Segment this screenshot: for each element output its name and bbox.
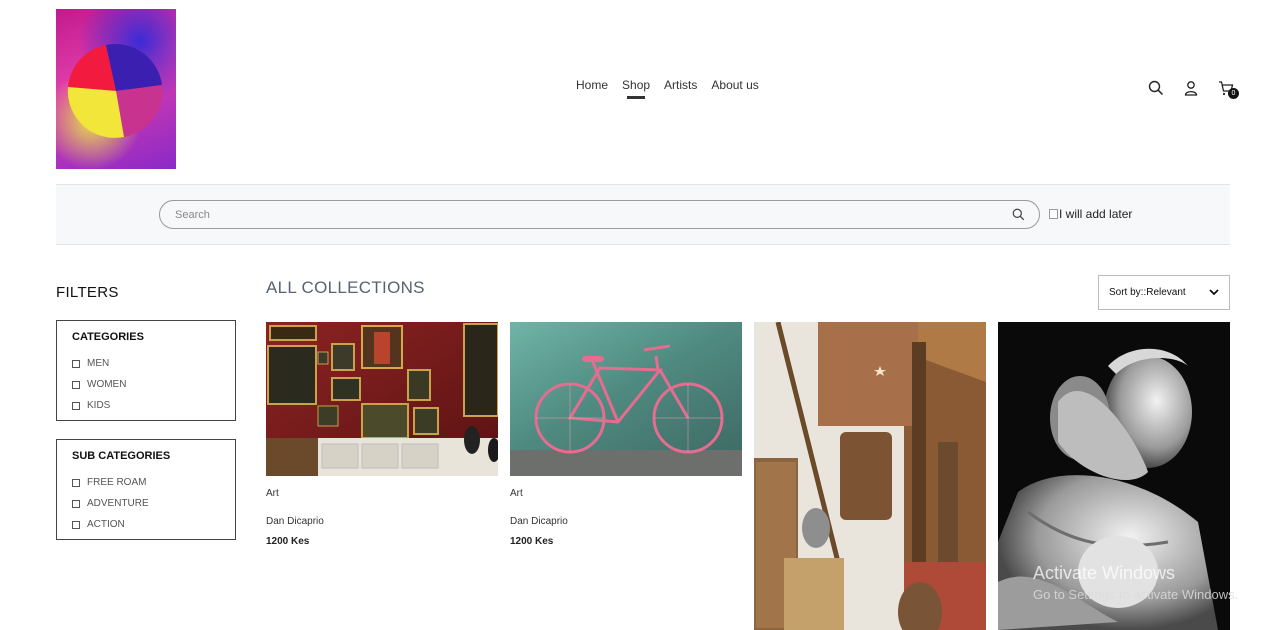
checkbox[interactable] — [72, 380, 80, 389]
search-input[interactable] — [175, 207, 995, 223]
checkbox[interactable] — [72, 499, 80, 508]
user-icon[interactable] — [1183, 80, 1199, 96]
product-category: Art — [510, 488, 523, 499]
search-icon[interactable] — [1148, 80, 1164, 96]
cart-icon[interactable]: 0 — [1218, 80, 1239, 99]
categories-filter: CATEGORIES MEN WOMEN KIDS — [56, 320, 236, 421]
nav-artists[interactable]: Artists — [664, 78, 697, 92]
filter-label: ACTION — [87, 519, 125, 530]
checkbox[interactable] — [72, 478, 80, 487]
broken-image-icon — [1049, 209, 1058, 219]
sub-categories-title: SUB CATEGORIES — [72, 450, 171, 462]
sort-dropdown[interactable]: Sort by::Relevant — [1098, 275, 1230, 310]
filter-adventure[interactable]: ADVENTURE — [72, 493, 220, 514]
filter-kids[interactable]: KIDS — [72, 395, 220, 416]
filter-label: KIDS — [87, 400, 111, 411]
product-category: Art — [266, 488, 279, 499]
nav-about-us[interactable]: About us — [711, 78, 758, 92]
product-artist[interactable]: Dan Dicaprio — [266, 516, 498, 527]
nav-shop[interactable]: Shop — [622, 78, 650, 99]
filter-label: MEN — [87, 358, 110, 369]
filters-title: FILTERS — [56, 284, 119, 301]
filter-men[interactable]: MEN — [72, 353, 220, 374]
product-price: 1200 Kes — [266, 536, 310, 547]
header-icons: 0 — [1148, 80, 1239, 99]
broken-image-placeholder: I will add later — [1049, 207, 1132, 221]
filter-label: WOMEN — [87, 379, 127, 390]
product-card[interactable]: Art Dan Dicaprio 1200 Kes — [266, 322, 498, 547]
filter-women[interactable]: WOMEN — [72, 374, 220, 395]
product-artist[interactable]: Dan Dicaprio — [510, 516, 742, 527]
filter-free-roam[interactable]: FREE ROAM — [72, 472, 220, 493]
cart-count-badge: 0 — [1228, 88, 1239, 99]
product-card[interactable] — [754, 322, 986, 630]
chevron-down-icon — [1209, 289, 1219, 296]
sort-selected-value: Sort by::Relevant — [1109, 287, 1186, 298]
collections-title: ALL COLLECTIONS — [266, 278, 425, 297]
product-image-bicycle[interactable] — [510, 322, 742, 476]
categories-title: CATEGORIES — [72, 331, 144, 343]
checkbox[interactable] — [72, 359, 80, 368]
product-image-antiques[interactable] — [754, 322, 986, 630]
main-nav: Home Shop Artists About us — [576, 78, 759, 99]
broken-image-alt-text: I will add later — [1059, 207, 1133, 221]
nav-home[interactable]: Home — [576, 78, 608, 92]
filter-label: ADVENTURE — [87, 498, 149, 509]
product-price: 1200 Kes — [510, 536, 554, 547]
product-image-gallery[interactable] — [266, 322, 498, 476]
search-band: I will add later — [56, 184, 1230, 245]
windows-activation-watermark: Activate Windows Go to Settings to activ… — [1033, 563, 1238, 602]
filter-action[interactable]: ACTION — [72, 514, 220, 535]
product-card[interactable]: Art Dan Dicaprio 1200 Kes — [510, 322, 742, 547]
watermark-subtitle: Go to Settings to activate Windows. — [1033, 587, 1239, 602]
watermark-title: Activate Windows — [1033, 563, 1176, 583]
site-logo[interactable] — [56, 9, 176, 169]
filter-label: FREE ROAM — [87, 477, 147, 488]
checkbox[interactable] — [72, 401, 80, 410]
sub-categories-filter: SUB CATEGORIES FREE ROAM ADVENTURE ACTIO… — [56, 439, 236, 540]
checkbox[interactable] — [72, 520, 80, 529]
search-bar — [159, 200, 1040, 229]
search-submit-icon[interactable] — [1012, 208, 1025, 226]
